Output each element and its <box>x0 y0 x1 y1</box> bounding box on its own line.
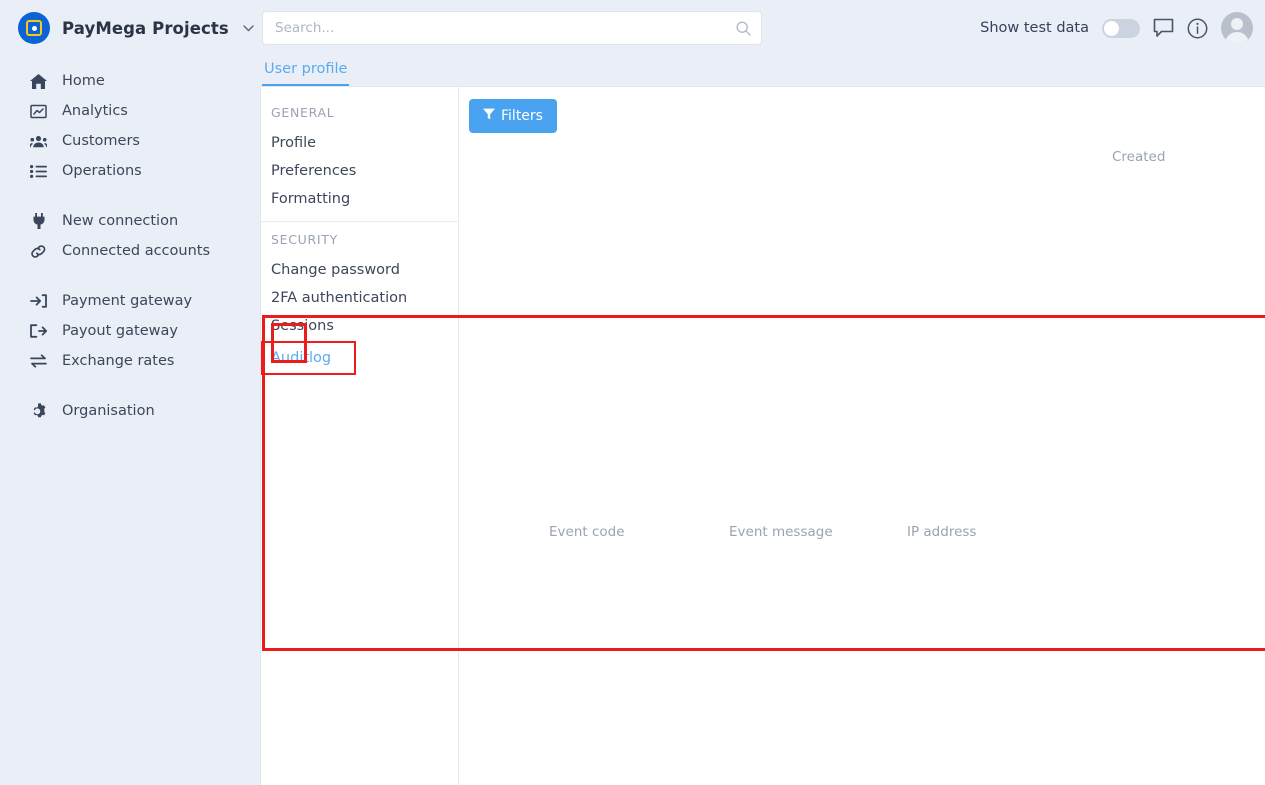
app-root: PayMega Projects Home Analytics Customer… <box>0 0 1265 785</box>
sidebar-item-payment-gateway[interactable]: Payment gateway <box>0 286 260 316</box>
subnav-section-security-title: SECURITY <box>271 232 338 247</box>
sidebar-item-new-connection[interactable]: New connection <box>0 206 260 236</box>
sidebar-item-label: Payout gateway <box>62 323 178 339</box>
chat-icon[interactable] <box>1153 18 1174 38</box>
filter-toolbar: Filters <box>459 87 1265 143</box>
subnav-item-sessions[interactable]: Sessions <box>261 312 458 340</box>
sidebar-item-customers[interactable]: Customers <box>0 126 260 156</box>
subnav-item-formatting[interactable]: Formatting <box>261 185 458 213</box>
brand-header[interactable]: PayMega Projects <box>0 0 260 56</box>
sidebar-item-organisation[interactable]: Organisation <box>0 396 260 426</box>
plug-icon <box>30 213 47 230</box>
sidebar-item-home[interactable]: Home <box>0 66 260 96</box>
subnav-item-preferences[interactable]: Preferences <box>261 157 458 185</box>
right-pane: Show test data User profile GENERAL Pr <box>260 0 1265 785</box>
exchange-icon <box>30 353 47 370</box>
home-icon <box>30 73 47 90</box>
sidebar-item-payout-gateway[interactable]: Payout gateway <box>0 316 260 346</box>
nav-group-3: Payment gateway Payout gateway Exchange … <box>0 286 260 376</box>
sidebar-item-label: Exchange rates <box>62 353 175 369</box>
sidebar-item-label: Analytics <box>62 103 128 119</box>
content-panel: GENERAL Profile Preferences Formatting S… <box>260 86 1265 785</box>
top-bar-actions: Show test data <box>980 12 1255 44</box>
operations-icon <box>30 163 47 180</box>
sidebar-item-label: Operations <box>62 163 142 179</box>
sidebar-item-label: Payment gateway <box>62 293 193 309</box>
sidebar-item-exchange-rates[interactable]: Exchange rates <box>0 346 260 376</box>
primary-sidebar: PayMega Projects Home Analytics Customer… <box>0 0 260 785</box>
filters-button-label: Filters <box>501 108 543 124</box>
th-ip-address: IP address <box>907 524 977 541</box>
search-box[interactable] <box>262 11 762 45</box>
auditlog-main: Filters Event code Event message IP addr… <box>459 87 1265 785</box>
show-test-data-toggle[interactable] <box>1102 18 1140 38</box>
sidebar-item-analytics[interactable]: Analytics <box>0 96 260 126</box>
funnel-icon <box>483 108 495 124</box>
subnav-item-2fa-authentication[interactable]: 2FA authentication <box>261 284 458 312</box>
subnav-item-profile[interactable]: Profile <box>261 129 458 157</box>
customers-icon <box>30 133 47 150</box>
th-icon <box>505 143 549 785</box>
sidebar-item-label: Home <box>62 73 105 89</box>
sign-out-icon <box>30 323 47 340</box>
app-logo-icon <box>18 12 50 44</box>
nav-group-1: Home Analytics Customers Operations <box>0 66 260 186</box>
sidebar-item-label: Connected accounts <box>62 243 211 259</box>
subnav-item-auditlog[interactable]: Auditlog <box>261 341 356 375</box>
sidebar-item-label: Organisation <box>62 403 155 419</box>
gear-icon <box>30 403 47 420</box>
chevron-down-icon[interactable] <box>243 22 254 35</box>
filters-button[interactable]: Filters <box>469 99 557 133</box>
sidebar-item-label: Customers <box>62 133 140 149</box>
nav-group-4: Organisation <box>0 396 260 426</box>
analytics-icon <box>30 103 47 120</box>
sidebar-item-label: New connection <box>62 213 179 229</box>
th-event-code: Event code <box>549 524 625 541</box>
th-event-message: Event message <box>729 524 833 541</box>
brand-name: PayMega Projects <box>62 18 229 38</box>
sign-in-icon <box>30 293 47 310</box>
info-icon[interactable] <box>1187 18 1208 39</box>
link-icon <box>30 243 47 260</box>
show-test-data-label: Show test data <box>980 20 1089 36</box>
top-bar: Show test data <box>260 0 1265 56</box>
table-header: Event code Event message IP address Crea… <box>459 143 1265 785</box>
avatar[interactable] <box>1221 12 1253 44</box>
tab-user-profile[interactable]: User profile <box>262 61 350 86</box>
search-input[interactable] <box>275 20 736 36</box>
subnav-item-change-password[interactable]: Change password <box>261 256 458 284</box>
subnav-divider <box>261 221 458 222</box>
th-expand <box>459 143 505 785</box>
search-icon[interactable] <box>736 20 751 36</box>
sidebar-item-operations[interactable]: Operations <box>0 156 260 186</box>
secondary-sidebar: GENERAL Profile Preferences Formatting S… <box>261 87 459 785</box>
nav-group-2: New connection Connected accounts <box>0 206 260 266</box>
auditlog-table: Event code Event message IP address Crea… <box>459 143 1265 785</box>
subnav-section-general-title: GENERAL <box>271 105 335 120</box>
th-created: Created <box>1112 149 1166 165</box>
tab-bar: User profile <box>260 56 1265 86</box>
sidebar-item-connected-accounts[interactable]: Connected accounts <box>0 236 260 266</box>
